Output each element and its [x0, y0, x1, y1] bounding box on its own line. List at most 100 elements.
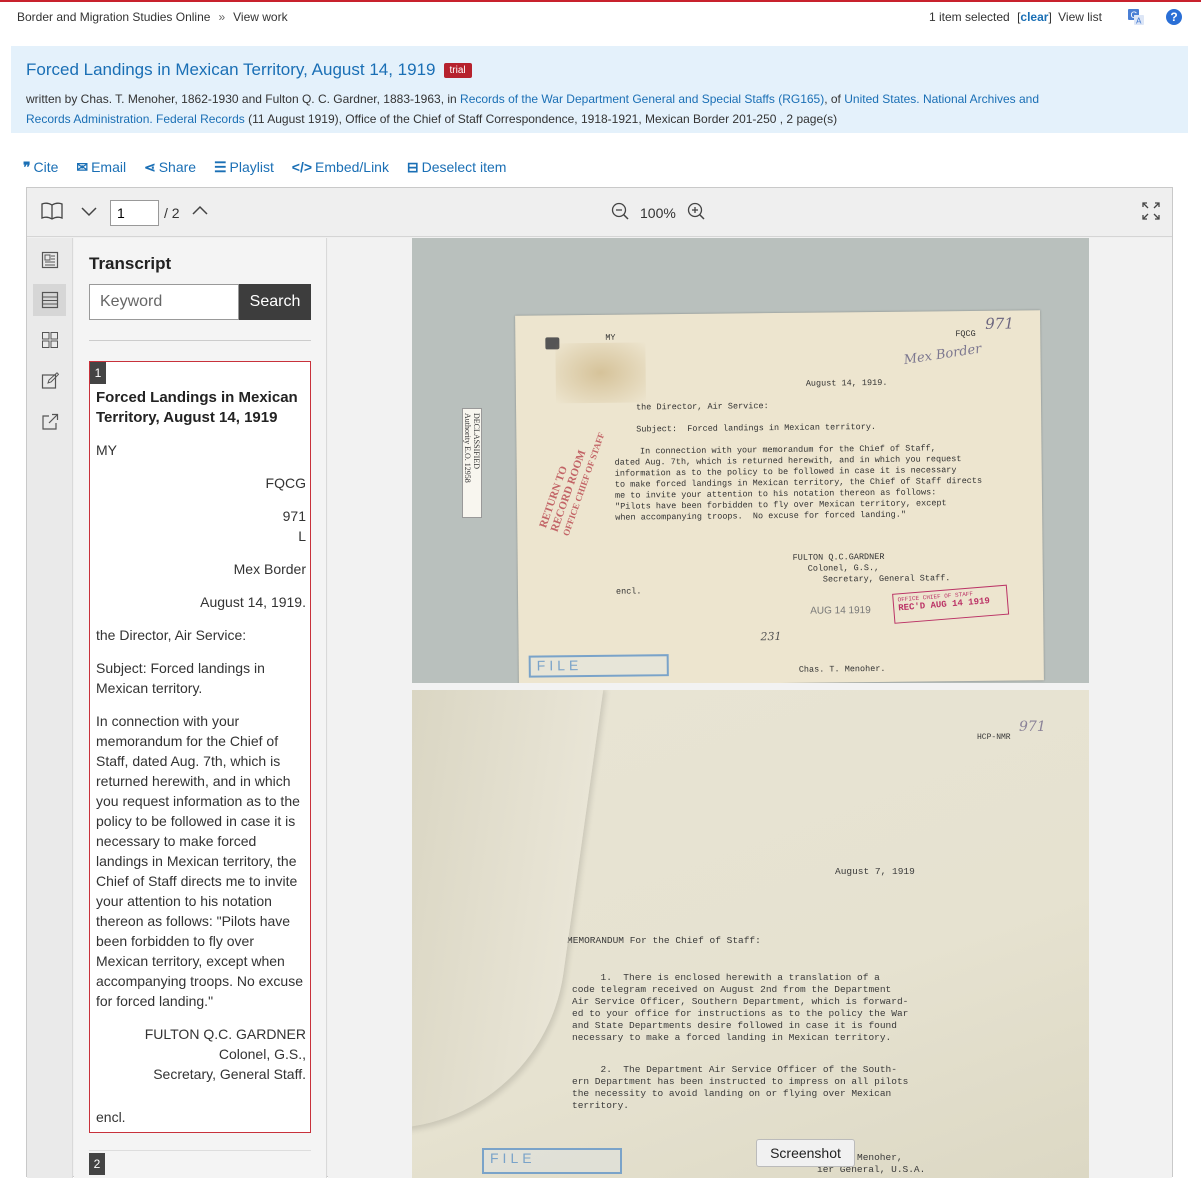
record-group-link[interactable]: Records of the War Department General an… [460, 92, 824, 106]
doc-text: MY [605, 332, 616, 343]
fullscreen-icon[interactable] [1142, 202, 1160, 220]
doc-text: August 7, 1919 [835, 866, 915, 877]
zoom-out-icon[interactable] [611, 202, 629, 220]
share-button[interactable]: ⋖ Share [144, 159, 196, 176]
doc-text: Menoher, [857, 1152, 903, 1163]
selection-info: 1 item selected [clear] View list [929, 10, 1102, 24]
transcript-page-body: Forced Landings in Mexican Territory, Au… [96, 388, 306, 1140]
transcript-line: Subject: Forced landings in Mexican terr… [96, 660, 265, 696]
work-title-text: Forced Landings in Mexican Territory, Au… [26, 60, 436, 79]
translate-icon[interactable]: G A [1128, 9, 1144, 25]
breadcrumb-separator: » [218, 10, 226, 24]
chevron-up-icon[interactable] [191, 202, 209, 220]
citation-suffix: (11 August 1919), Office of the Chief of… [244, 112, 838, 126]
help-icon[interactable]: ? [1166, 9, 1182, 25]
divider [89, 340, 311, 341]
transcript-title: Transcript [89, 254, 172, 273]
quote-icon: ❞ [23, 159, 31, 175]
handwritten-note: 971 [1019, 719, 1046, 735]
top-bar: Border and Migration Studies Online » View… [0, 2, 1201, 32]
clear-selection-link[interactable]: clear [1020, 10, 1048, 24]
doc-text: the Director, Air Service: [635, 401, 769, 413]
thumbnails-button[interactable] [33, 324, 66, 356]
embed-link-button[interactable]: </> Embed/Link [292, 159, 389, 175]
grid-icon [41, 332, 58, 348]
share-label: Share [158, 159, 197, 175]
email-label: Email [91, 159, 127, 175]
view-list-link[interactable]: View list [1058, 10, 1102, 24]
breadcrumb-site-link[interactable]: Border and Migration Studies Online [17, 10, 210, 24]
transcript-button[interactable] [33, 284, 66, 316]
scan-page-1[interactable]: MY FQCG 971 Mex Border August 14, 1919. … [412, 238, 1089, 683]
edit-icon [41, 372, 59, 389]
share-icon: ⋖ [143, 159, 156, 175]
page-number-badge: 2 [89, 1153, 105, 1175]
doc-text: when accompanying troops. No excuse for … [615, 509, 906, 523]
svg-text:A: A [1136, 17, 1142, 26]
doc-text: Colonel, G.S., [807, 562, 880, 574]
bracket-close: ] [1048, 10, 1052, 24]
transcript-line: L [298, 528, 306, 544]
doc-text: ern Department has been instructed to im… [572, 1076, 909, 1087]
page-image-area[interactable]: MY FQCG 971 Mex Border August 14, 1919. … [328, 238, 1172, 1178]
deselect-label: Deselect item [421, 159, 507, 175]
transcript-line: FQCG [265, 475, 306, 491]
work-title: Forced Landings in Mexican Territory, Au… [26, 60, 472, 80]
work-citation: written by Chas. T. Menoher, 1862-1930 a… [26, 89, 1066, 129]
doc-text: Secretary, General Staff. [822, 573, 951, 585]
stain [555, 342, 646, 404]
doc-text: encl. [615, 586, 642, 597]
declassified-title: DECLASSIFIED [472, 413, 481, 470]
handwritten-note: Mex Border [902, 341, 983, 369]
doc-text: territory. [572, 1100, 630, 1111]
doc-text: August 14, 1919. [805, 377, 888, 389]
breadcrumb: Border and Migration Studies Online » View… [17, 10, 288, 24]
doc-text: and State Departments desire followed in… [572, 1020, 897, 1031]
doc-text: code telegram received on August 2nd fro… [572, 984, 892, 995]
file-stamp: FILE [528, 654, 669, 678]
trial-badge: trial [443, 63, 472, 78]
transcript-line: MY [96, 442, 117, 458]
doc-text: Subject: Forced landings in Mexican terr… [636, 421, 877, 435]
book-icon[interactable] [41, 202, 63, 220]
transcript-page-1[interactable]: 1 Forced Landings in Mexican Territory, … [89, 361, 311, 1133]
minus-square-icon: ⊟ [406, 159, 419, 175]
transcript-page-2[interactable]: 2 [89, 1150, 311, 1178]
page-number-badge: 1 [90, 362, 106, 384]
handwritten-note: 971 [985, 314, 1014, 333]
doc-text: ed to your office for instructions as to… [572, 1008, 909, 1019]
transcript-panel: Transcript Search 1 Forced Landings in M… [74, 238, 327, 1178]
search-button[interactable]: Search [239, 284, 311, 320]
screenshot-tooltip: Screenshot [756, 1139, 855, 1167]
scan-page-2[interactable]: HCP-NMR 971 August 7, 1919 MEMORANDUM Fo… [412, 690, 1089, 1178]
zoom-level: 100% [640, 205, 676, 221]
transcript-line: Mex Border [233, 561, 306, 577]
page-number-input[interactable] [110, 200, 159, 226]
citation-prefix: written by Chas. T. Menoher, 1862-1930 a… [26, 92, 461, 106]
playlist-button[interactable]: ☰ Playlist [214, 159, 274, 176]
document-info-button[interactable] [33, 244, 66, 276]
doc-text: HCP-NMR [977, 733, 1011, 742]
open-external-button[interactable] [33, 406, 66, 438]
cite-button[interactable]: ❞ Cite [23, 159, 58, 176]
deselect-button[interactable]: ⊟ Deselect item [407, 159, 507, 176]
declassified-text: DECLASSIFIED Authority E.O. 12958 [463, 413, 481, 483]
keyword-search-input[interactable] [89, 284, 239, 320]
envelope-icon: ✉ [76, 159, 89, 175]
handwritten-note: 231 [760, 629, 782, 644]
document-icon [41, 251, 58, 269]
notes-button[interactable] [33, 365, 66, 397]
email-button[interactable]: ✉ Email [76, 159, 126, 176]
declassified-authority: Authority E.O. 12958 [463, 413, 472, 483]
doc-text: the necessity to avoid landing on or fly… [572, 1088, 892, 1099]
action-bar: ❞ Cite ✉ Email ⋖ Share ☰ Playlist </> Embed/L… [23, 159, 520, 176]
chevron-down-icon[interactable] [80, 202, 98, 220]
embed-label: Embed/Link [315, 159, 389, 175]
transcript-line: encl. [96, 1109, 126, 1125]
doc-text: necessary to make a forced landing in Me… [572, 1032, 892, 1043]
date-stamp: AUG 14 1919 [810, 605, 871, 617]
zoom-in-icon[interactable] [687, 202, 705, 220]
transcript-line: Colonel, G.S., [218, 1046, 306, 1062]
declassified-label: DECLASSIFIED Authority E.O. 12958 [462, 408, 482, 518]
doc-text: MEMORANDUM For the Chief of Staff: [567, 935, 761, 946]
